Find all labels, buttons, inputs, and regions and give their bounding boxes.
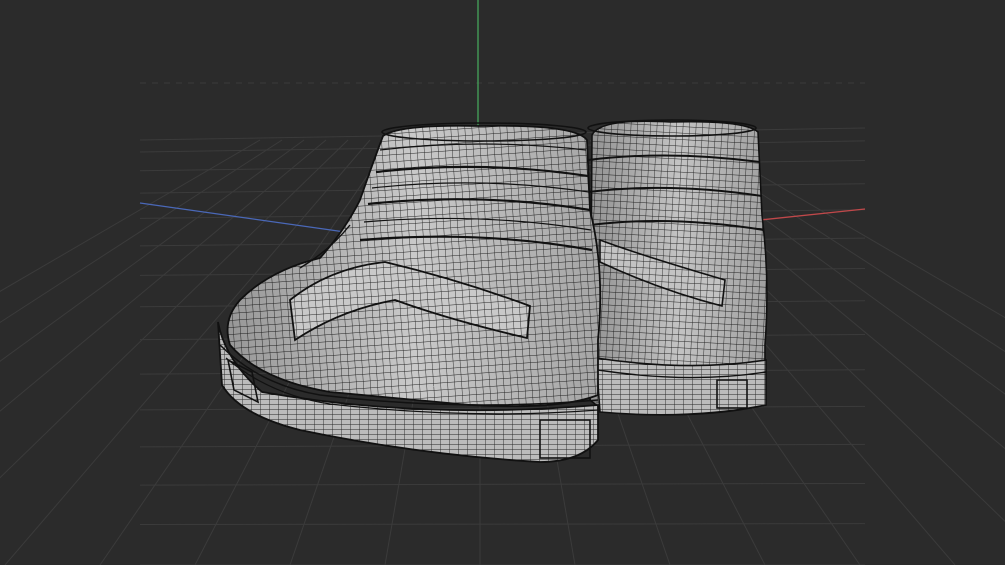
grid-line	[139, 482, 866, 486]
viewport-scene	[0, 0, 1005, 565]
sneaker-back-mesh	[587, 119, 768, 416]
sneaker-front-mesh	[217, 122, 602, 463]
3d-viewport[interactable]	[0, 0, 1005, 565]
grid-line	[139, 523, 866, 526]
